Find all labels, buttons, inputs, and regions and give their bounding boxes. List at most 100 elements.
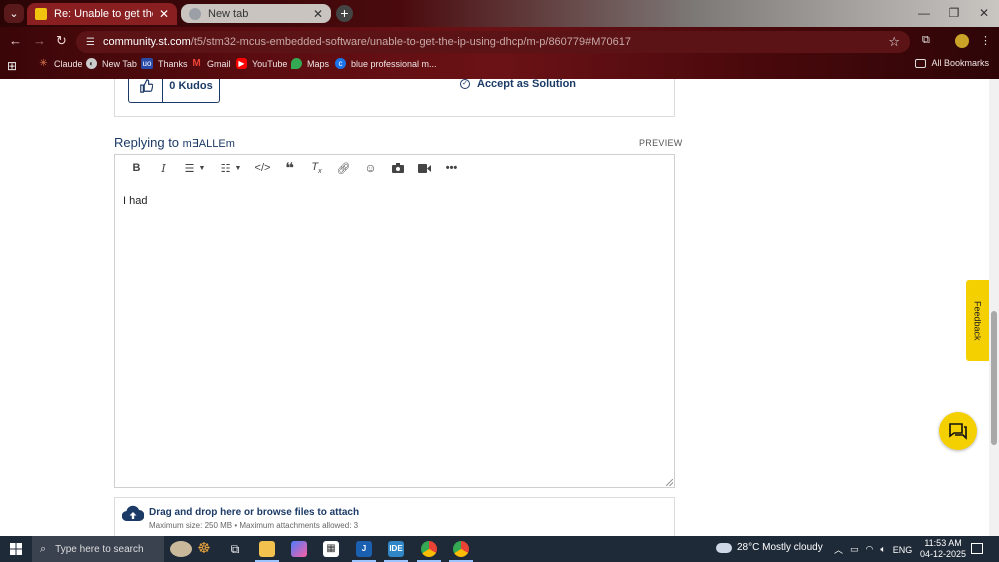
reply-user-link[interactable]: m∃ALLEm bbox=[183, 138, 235, 150]
smiley-icon: ☺ bbox=[364, 161, 377, 175]
more-options-button[interactable]: ••• bbox=[438, 158, 465, 178]
taskbar-search-placeholder: Type here to search bbox=[55, 543, 144, 555]
post-footer: 0 Kudos ✓ Accept as Solution bbox=[114, 79, 675, 117]
bookmark-gmail[interactable]: M Gmail bbox=[191, 58, 231, 69]
site-info-icon[interactable]: ☰ bbox=[86, 37, 95, 48]
attachment-dropzone[interactable]: Drag and drop here or browse files to at… bbox=[114, 497, 675, 536]
window-controls: — ❐ ✕ bbox=[909, 0, 999, 27]
editor-toolbar: B I ☰ ▼ ☷ ▼ </> ❝ Tx 🔗︎ ☺ ••• bbox=[115, 155, 674, 181]
browser-chrome: ⌄ Re: Unable to get the IP using D ✕ New… bbox=[0, 0, 999, 79]
chrome-icon[interactable] bbox=[453, 541, 469, 557]
tab-search-button[interactable]: ⌄ bbox=[4, 4, 24, 23]
browse-files-link[interactable]: browse bbox=[257, 507, 292, 518]
forward-arrow-icon[interactable]: → bbox=[33, 33, 46, 48]
insert-video-button[interactable] bbox=[411, 158, 438, 178]
back-arrow-icon[interactable]: ← bbox=[9, 33, 22, 48]
weather-widget[interactable]: 28°C Mostly cloudy bbox=[716, 542, 823, 553]
globe-icon: ◐ bbox=[86, 58, 97, 69]
bookmark-label: blue professional m... bbox=[351, 58, 437, 69]
globe-icon bbox=[189, 7, 201, 20]
profile-avatar[interactable] bbox=[955, 34, 969, 48]
editor-text-area[interactable]: I had bbox=[115, 181, 674, 221]
close-tab-icon[interactable]: ✕ bbox=[313, 7, 323, 21]
reload-icon[interactable]: ↻ bbox=[56, 33, 67, 49]
task-view-icon[interactable]: ⧉ bbox=[227, 541, 243, 557]
bookmark-thanks[interactable]: uo Thanks bbox=[141, 58, 188, 69]
cloud-upload-icon bbox=[122, 505, 144, 522]
bookmark-label: Gmail bbox=[207, 58, 231, 69]
ship-wheel-icon[interactable]: ☸ bbox=[196, 541, 212, 557]
quote-button[interactable]: ❝ bbox=[276, 158, 303, 178]
tab-strip: ⌄ Re: Unable to get the IP using D ✕ New… bbox=[0, 0, 999, 27]
clock-time: 11:53 AM bbox=[924, 538, 962, 548]
all-bookmarks-label: All Bookmarks bbox=[931, 58, 989, 68]
bookmark-blue-professional[interactable]: c blue professional m... bbox=[335, 58, 437, 69]
preview-button[interactable]: PREVIEW bbox=[639, 138, 683, 148]
bookmark-maps[interactable]: Maps bbox=[291, 58, 329, 69]
new-tab-button[interactable]: + bbox=[336, 5, 353, 22]
page-scrollbar[interactable] bbox=[989, 79, 999, 536]
emoji-button[interactable]: ☺ bbox=[357, 158, 384, 178]
page-content: 0 Kudos ✓ Accept as Solution Replying to… bbox=[0, 79, 999, 536]
windows-taskbar: ⌕ Type here to search ☸ ⧉ ▦ J IDE 28°C M… bbox=[0, 536, 999, 562]
copilot-icon[interactable] bbox=[291, 541, 307, 557]
minimize-icon[interactable]: — bbox=[909, 0, 939, 27]
feedback-label: Feedback bbox=[972, 300, 983, 341]
bookmark-youtube[interactable]: ▶ YouTube bbox=[236, 58, 287, 69]
all-bookmarks-button[interactable]: All Bookmarks bbox=[915, 58, 989, 68]
chrome-icon[interactable] bbox=[421, 541, 437, 557]
reply-heading: Replying to m∃ALLEm bbox=[114, 135, 235, 150]
show-hidden-icons-icon[interactable]: ︿ bbox=[834, 543, 843, 556]
address-bar[interactable]: ☰ community.st.com/t5/stm32-mcus-embedde… bbox=[76, 31, 910, 53]
wifi-icon[interactable]: ◠ bbox=[866, 544, 874, 555]
numbered-list-button[interactable]: ☷ ▼ bbox=[213, 158, 249, 178]
reply-heading-text: Replying to bbox=[114, 135, 180, 150]
file-explorer-icon[interactable] bbox=[259, 541, 275, 557]
give-kudos-button[interactable] bbox=[129, 79, 163, 102]
microsoft-store-icon[interactable]: ▦ bbox=[323, 541, 339, 557]
chevron-down-icon: ⌄ bbox=[9, 8, 19, 20]
accept-solution-button[interactable]: ✓ Accept as Solution bbox=[460, 79, 576, 90]
insert-photo-button[interactable] bbox=[384, 158, 411, 178]
bold-button[interactable]: B bbox=[123, 158, 150, 178]
chat-button[interactable] bbox=[939, 412, 977, 450]
jlink-icon[interactable]: J bbox=[356, 541, 372, 557]
language-indicator[interactable]: ENG bbox=[893, 545, 913, 555]
resize-handle-icon[interactable] bbox=[666, 479, 673, 486]
link-button[interactable]: 🔗︎ bbox=[330, 158, 357, 178]
bookmark-claude[interactable]: ✳ Claude bbox=[38, 58, 82, 69]
more-dots-icon: ••• bbox=[445, 162, 458, 174]
taskbar-search[interactable]: ⌕ Type here to search bbox=[32, 536, 164, 562]
battery-icon[interactable]: ▭ bbox=[850, 544, 859, 555]
system-tray: ︿ ▭ ◠ 🔈︎ ENG bbox=[834, 543, 912, 556]
close-tab-icon[interactable]: ✕ bbox=[159, 7, 169, 21]
video-camera-icon bbox=[418, 163, 431, 173]
bullet-list-button[interactable]: ☰ ▼ bbox=[177, 158, 213, 178]
folder-icon bbox=[915, 58, 927, 68]
feedback-tab[interactable]: Feedback bbox=[966, 280, 989, 361]
bookmark-star-icon[interactable]: ☆ bbox=[888, 34, 900, 50]
tab-st-community[interactable]: Re: Unable to get the IP using D ✕ bbox=[27, 3, 177, 25]
bookmark-new-tab[interactable]: ◐ New Tab bbox=[86, 58, 137, 69]
accept-solution-label: Accept as Solution bbox=[477, 79, 577, 90]
stm32cubeide-icon[interactable]: IDE bbox=[388, 541, 404, 557]
apps-grid-icon[interactable]: ⊞ bbox=[7, 59, 17, 73]
volume-icon[interactable]: 🔈︎ bbox=[880, 544, 885, 555]
menu-dots-icon[interactable]: ⋮ bbox=[980, 34, 994, 48]
taskbar-clock[interactable]: 11:53 AM 04-12-2025 bbox=[920, 538, 966, 560]
windows-start-icon[interactable] bbox=[10, 543, 22, 555]
clear-format-button[interactable]: Tx bbox=[303, 158, 330, 178]
code-icon: </> bbox=[254, 162, 271, 174]
restore-icon[interactable]: ❐ bbox=[939, 0, 969, 27]
close-window-icon[interactable]: ✕ bbox=[969, 0, 999, 27]
italic-icon: I bbox=[161, 161, 166, 175]
extensions-icon[interactable]: ⧉ bbox=[922, 34, 936, 48]
tab-new-tab[interactable]: New tab ✕ bbox=[181, 4, 331, 23]
italic-button[interactable]: I bbox=[150, 158, 177, 178]
search-highlight-icon[interactable] bbox=[170, 541, 192, 557]
code-button[interactable]: </> bbox=[249, 158, 276, 178]
scrollbar-thumb[interactable] bbox=[991, 311, 997, 445]
search-icon: ⌕ bbox=[40, 542, 47, 555]
chat-bubble-icon bbox=[949, 422, 967, 440]
notifications-icon[interactable] bbox=[971, 543, 983, 554]
